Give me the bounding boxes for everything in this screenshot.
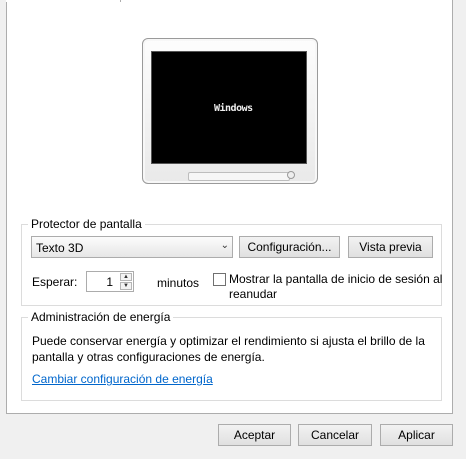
settings-button[interactable]: Configuración...: [239, 236, 340, 258]
power-led-icon: [287, 171, 295, 179]
preview-screen: Windows: [151, 51, 307, 164]
monitor-bezel-strip: [188, 172, 290, 181]
stepper-buttons: ▲ ▼: [120, 273, 132, 290]
resume-logon-label[interactable]: Mostrar la pantalla de inicio de sesión …: [229, 272, 444, 302]
wait-minutes-value: 1: [106, 275, 113, 289]
resume-logon-checkbox[interactable]: [213, 273, 226, 286]
screensaver-group-title: Protector de pantalla: [28, 217, 145, 231]
wait-label: Esperar:: [32, 275, 78, 289]
preview-3d-text: Windows: [214, 103, 253, 114]
apply-button[interactable]: Aplicar: [380, 424, 453, 446]
power-group-title: Administración de energía: [28, 310, 174, 324]
preview-button[interactable]: Vista previa: [348, 236, 433, 258]
ok-button[interactable]: Aceptar: [218, 424, 291, 446]
monitor-preview: Windows: [142, 38, 318, 184]
cancel-button[interactable]: Cancelar: [298, 424, 372, 446]
stepper-up-icon[interactable]: ▲: [120, 273, 132, 281]
screensaver-select[interactable]: Texto 3D ⌄: [31, 236, 233, 258]
chevron-down-icon: ⌄: [220, 240, 229, 251]
power-settings-link[interactable]: Cambiar configuración de energía: [32, 372, 213, 386]
tab-edge: [6, 0, 121, 2]
power-description: Puede conservar energía y optimizar el r…: [32, 334, 425, 364]
stepper-down-icon[interactable]: ▼: [120, 282, 132, 290]
screensaver-select-value: Texto 3D: [36, 241, 84, 255]
minutes-label: minutos: [157, 276, 200, 290]
wait-minutes-stepper[interactable]: 1 ▲ ▼: [86, 271, 134, 292]
